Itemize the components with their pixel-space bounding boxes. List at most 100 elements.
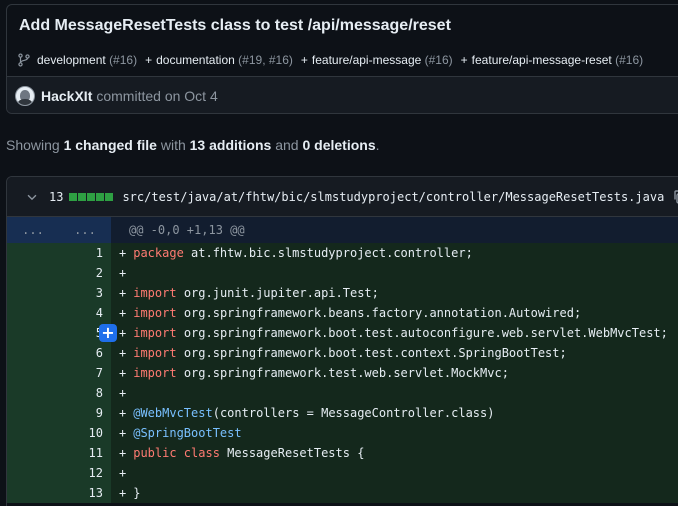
- commit-title: Add MessageResetTests class to test /api…: [19, 17, 451, 34]
- line-number[interactable]: 7: [7, 363, 111, 383]
- code-keyword: package: [133, 246, 184, 260]
- diff-line[interactable]: 7 + import org.springframework.test.web.se…: [7, 363, 678, 383]
- add-comment-icon[interactable]: +: [99, 324, 117, 342]
- code-annotation: @SpringBootTest: [133, 426, 242, 440]
- code-keyword: public class: [133, 446, 220, 460]
- code-text: org.springframework.boot.test.autoconfig…: [176, 326, 668, 340]
- line-number[interactable]: 13: [7, 483, 111, 503]
- code-text: MessageResetTests {: [219, 446, 365, 460]
- code-text: org.springframework.boot.test.context.Sp…: [176, 346, 567, 360]
- line-number[interactable]: 5: [7, 323, 111, 343]
- plus-separator: +: [300, 53, 308, 67]
- addition-marker: +: [119, 466, 127, 480]
- summary-additions: 13 additions: [189, 137, 272, 153]
- code-text: org.springframework.test.web.servlet.Moc…: [176, 366, 509, 380]
- expand-up-button[interactable]: ...: [7, 217, 59, 243]
- addition-marker: +: [119, 266, 127, 280]
- addition-marker: +: [119, 386, 127, 400]
- diff-line[interactable]: 8 +: [7, 383, 678, 403]
- addition-marker: +: [119, 326, 127, 340]
- diff-line[interactable]: 6 + import org.springframework.boot.test.c…: [7, 343, 678, 363]
- expand-down-button[interactable]: ...: [59, 217, 111, 243]
- diff-line[interactable]: 13 +}: [7, 483, 678, 503]
- diff-line[interactable]: 3 + import org.junit.jupiter.api.Test;: [7, 283, 678, 303]
- line-code: +: [111, 383, 678, 403]
- branch-count: (#16): [424, 53, 453, 67]
- branch-count: (#16): [109, 53, 138, 67]
- diff-line[interactable]: 1 + package at.fhtw.bic.slmstudyproject.co…: [7, 243, 678, 263]
- avatar[interactable]: [15, 86, 35, 106]
- summary-files-changed[interactable]: 1 changed file: [64, 137, 157, 153]
- file-path-link[interactable]: src/test/java/at/fhtw/bic/slmstudyprojec…: [122, 190, 664, 204]
- branch-name: documentation: [156, 53, 235, 67]
- line-number[interactable]: 9: [7, 403, 111, 423]
- code-text: org.springframework.beans.factory.annota…: [176, 306, 582, 320]
- addition-marker: +: [119, 346, 127, 360]
- branch-count: (#16): [615, 53, 644, 67]
- code-keyword: import: [133, 306, 177, 320]
- copy-icon[interactable]: [672, 189, 678, 205]
- diff-line[interactable]: 5+import org.springframework.boot.test.a…: [7, 323, 678, 343]
- code-keyword: import: [133, 346, 177, 360]
- line-code: + import org.springframework.beans.factor…: [111, 303, 678, 323]
- diff-line[interactable]: 12 +: [7, 463, 678, 483]
- line-number[interactable]: 10: [7, 423, 111, 443]
- commit-date: committed on Oct 4: [96, 88, 218, 104]
- diff-table: ... ... @@ -0,0 +1,13 @@ 1 + package at.fh…: [7, 217, 678, 503]
- plus-separator: +: [460, 53, 468, 67]
- line-code: + package at.fhtw.bic.slmstudyproject.con…: [111, 243, 678, 263]
- diff-lines: 1 + package at.fhtw.bic.slmstudyproject.co…: [7, 243, 678, 503]
- diff-line[interactable]: 10 + @SpringBootTest: [7, 423, 678, 443]
- summary-and: and: [275, 137, 299, 153]
- line-number[interactable]: 4: [7, 303, 111, 323]
- code-annotation: @WebMvcTest: [133, 406, 213, 420]
- author-link[interactable]: HackXIt: [41, 88, 92, 104]
- chevron-down-icon[interactable]: [25, 190, 39, 204]
- addition-marker: +: [119, 406, 127, 420]
- diff-line[interactable]: 2 +: [7, 263, 678, 283]
- hunk-header: ... ... @@ -0,0 +1,13 @@: [7, 217, 678, 243]
- line-number[interactable]: 12: [7, 463, 111, 483]
- summary-showing: Showing: [6, 137, 60, 153]
- file-header: 13 src/test/java/at/fhtw/bic/slmstudypro…: [7, 177, 678, 217]
- branch-name: development: [37, 53, 106, 67]
- line-code: + @WebMvcTest(controllers = MessageContro…: [111, 403, 678, 423]
- line-number[interactable]: 2: [7, 263, 111, 283]
- line-code: + import org.junit.jupiter.api.Test;: [111, 283, 678, 303]
- code-text: org.junit.jupiter.api.Test;: [176, 286, 379, 300]
- git-branch-icon: [18, 53, 30, 67]
- diff-line[interactable]: 11 + public class MessageResetTests {: [7, 443, 678, 463]
- branch-link-development[interactable]: development (#16): [37, 53, 137, 67]
- diff-line[interactable]: 4 + import org.springframework.beans.facto…: [7, 303, 678, 323]
- plus-separator: +: [145, 53, 153, 67]
- commit-header: Add MessageResetTests class to test /api…: [6, 4, 678, 114]
- branch-link-documentation[interactable]: + documentation (#19, #16): [145, 53, 293, 67]
- summary-with: with: [160, 137, 186, 153]
- line-code: +: [111, 463, 678, 483]
- diffstat-bar: [69, 192, 114, 201]
- line-code: + import org.springframework.boot.test.au…: [111, 323, 678, 343]
- code-keyword: import: [133, 326, 177, 340]
- code-keyword: import: [133, 366, 177, 380]
- branch-list: development (#16) + documentation (#19, #…: [7, 47, 678, 73]
- diff-line[interactable]: 9 + @WebMvcTest(controllers = MessageContr…: [7, 403, 678, 423]
- branch-name: feature/api-message-reset: [471, 53, 612, 67]
- summary-period: .: [375, 137, 380, 153]
- line-number[interactable]: 11: [7, 443, 111, 463]
- line-number[interactable]: 3: [7, 283, 111, 303]
- line-number[interactable]: 6: [7, 343, 111, 363]
- line-code: +: [111, 263, 678, 283]
- code-text: at.fhtw.bic.slmstudyproject.controller;: [183, 246, 473, 260]
- line-code: +}: [111, 483, 678, 503]
- hunk-range: @@ -0,0 +1,13 @@: [129, 223, 245, 237]
- branch-link-feature-api-message-reset[interactable]: + feature/api-message-reset (#16): [461, 53, 643, 67]
- file-diff: 13 src/test/java/at/fhtw/bic/slmstudypro…: [6, 176, 678, 506]
- addition-marker: +: [119, 286, 127, 300]
- file-additions-count: 13: [49, 189, 64, 204]
- addition-marker: +: [119, 446, 127, 460]
- addition-marker: +: [119, 306, 127, 320]
- branch-link-feature-api-message[interactable]: + feature/api-message (#16): [301, 53, 453, 67]
- line-number[interactable]: 1: [7, 243, 111, 263]
- line-number[interactable]: 8: [7, 383, 111, 403]
- addition-marker: +: [119, 426, 127, 440]
